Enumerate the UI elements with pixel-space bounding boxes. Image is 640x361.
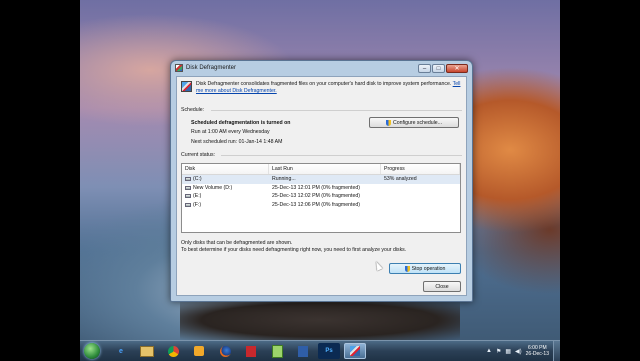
disk-cell: (C:) (182, 175, 269, 184)
title-bar[interactable]: Disk Defragmenter – □ ✕ (171, 61, 472, 75)
stop-operation-button[interactable]: Stop operation (389, 263, 461, 274)
progress-cell (381, 192, 460, 201)
clock-date: 26-Dec-13 (525, 351, 549, 357)
note-line-2: To best determine if your disks need def… (181, 247, 407, 253)
disk-list-header: Disk Last Run Progress (182, 164, 460, 175)
last-run-cell: 25-Dec-13 12:06 PM (0% fragmented) (272, 201, 360, 208)
schedule-status: Scheduled defragmentation is turned on (191, 120, 291, 126)
acrobat-icon[interactable] (240, 343, 262, 359)
window-client-area: Disk Defragmenter consolidates fragmente… (176, 76, 467, 296)
drive-icon (185, 194, 191, 199)
media-icon[interactable] (188, 343, 210, 359)
disk-row-f[interactable]: (F:) 25-Dec-13 12:06 PM (0% fragmented) (182, 201, 460, 210)
shield-icon (404, 265, 410, 272)
window-controls: – □ ✕ (418, 63, 468, 73)
maximize-button[interactable]: □ (432, 63, 445, 73)
word-icon[interactable] (292, 343, 314, 359)
show-desktop-button[interactable] (553, 341, 560, 361)
intro-description: Disk Defragmenter consolidates fragmente… (196, 81, 452, 87)
disk-defragmenter-window: Disk Defragmenter – □ ✕ Disk Defragmente… (170, 60, 473, 302)
last-run-cell: Running... (272, 176, 296, 182)
defrag-app-icon (175, 64, 183, 72)
current-status-label: Current status: (181, 152, 216, 158)
system-tray: ▲ ⚑ ▦ ◀) 6:00 PM 26-Dec-13 (486, 345, 549, 357)
column-disk[interactable]: Disk (182, 164, 269, 174)
disk-row-c[interactable]: (C:) Running... 53% analyzed (182, 175, 460, 184)
disk-name: New Volume (D:) (193, 184, 233, 191)
disk-cell: (E:) (182, 192, 269, 201)
chrome-icon[interactable] (162, 343, 184, 359)
firefox-icon[interactable] (214, 343, 236, 359)
disk-name: (C:) (193, 176, 202, 182)
disk-name: (F:) (193, 201, 202, 208)
progress-cell (381, 201, 460, 210)
defrag-taskbar-icon[interactable] (344, 343, 366, 359)
start-button[interactable] (84, 343, 100, 359)
progress-cell: 53% analyzed (384, 176, 417, 182)
status-divider (221, 155, 462, 156)
schedule-next-run: Next scheduled run: 01-Jan-14 1:48 AM (191, 139, 283, 145)
ie-icon[interactable]: e (110, 343, 132, 359)
defrag-icon (181, 81, 192, 92)
disk-name: (E:) (193, 193, 202, 199)
schedule-divider (211, 110, 462, 111)
column-last-run[interactable]: Last Run (269, 164, 381, 174)
configure-schedule-label: Configure schedule... (392, 119, 443, 126)
disk-cell: (F:) (182, 201, 269, 210)
schedule-run-at: Run at 1:00 AM every Wednesday (191, 129, 270, 135)
tray-arrow-icon[interactable]: ▲ (486, 348, 492, 354)
intro-text: Disk Defragmenter consolidates fragmente… (196, 81, 461, 94)
flag-icon[interactable]: ⚑ (496, 348, 501, 355)
taskbar-apps: e Ps (110, 343, 366, 359)
drive-icon (185, 177, 191, 182)
taskbar: e Ps ▲ ⚑ ▦ ◀) 6:00 PM 26-Dec-13 (80, 340, 560, 361)
drive-icon (185, 202, 191, 207)
disk-cell: New Volume (D:) (182, 184, 269, 193)
minimize-button[interactable]: – (418, 63, 431, 73)
shield-icon (385, 119, 391, 126)
notepad-icon[interactable] (266, 343, 288, 359)
configure-schedule-button[interactable]: Configure schedule... (369, 117, 459, 128)
clock[interactable]: 6:00 PM 26-Dec-13 (526, 345, 549, 357)
close-button[interactable]: Close (423, 281, 461, 292)
intro: Disk Defragmenter consolidates fragmente… (181, 81, 461, 94)
wallpaper-rocks (180, 300, 460, 340)
last-run-cell: 25-Dec-13 12:02 PM (0% fragmented) (272, 193, 360, 199)
photoshop-icon[interactable]: Ps (318, 343, 340, 359)
schedule-label: Schedule: (181, 107, 205, 113)
progress-cell (381, 184, 460, 193)
disk-list[interactable]: Disk Last Run Progress (C:) Running... 5… (181, 163, 461, 233)
drive-icon (185, 185, 191, 190)
note-line-1: Only disks that can be defragmented are … (181, 240, 293, 246)
explorer-icon[interactable] (136, 343, 158, 359)
network-icon[interactable]: ▦ (505, 348, 511, 355)
close-window-button[interactable]: ✕ (446, 63, 468, 73)
stop-operation-label: Stop operation (411, 265, 446, 272)
last-run-cell: 25-Dec-13 12:01 PM (0% fragmented) (272, 184, 360, 191)
column-progress[interactable]: Progress (381, 164, 460, 174)
window-title: Disk Defragmenter (186, 65, 237, 71)
disk-row-d[interactable]: New Volume (D:) 25-Dec-13 12:01 PM (0% f… (182, 184, 460, 193)
disk-row-e[interactable]: (E:) 25-Dec-13 12:02 PM (0% fragmented) (182, 192, 460, 201)
volume-icon[interactable]: ◀) (515, 348, 522, 355)
